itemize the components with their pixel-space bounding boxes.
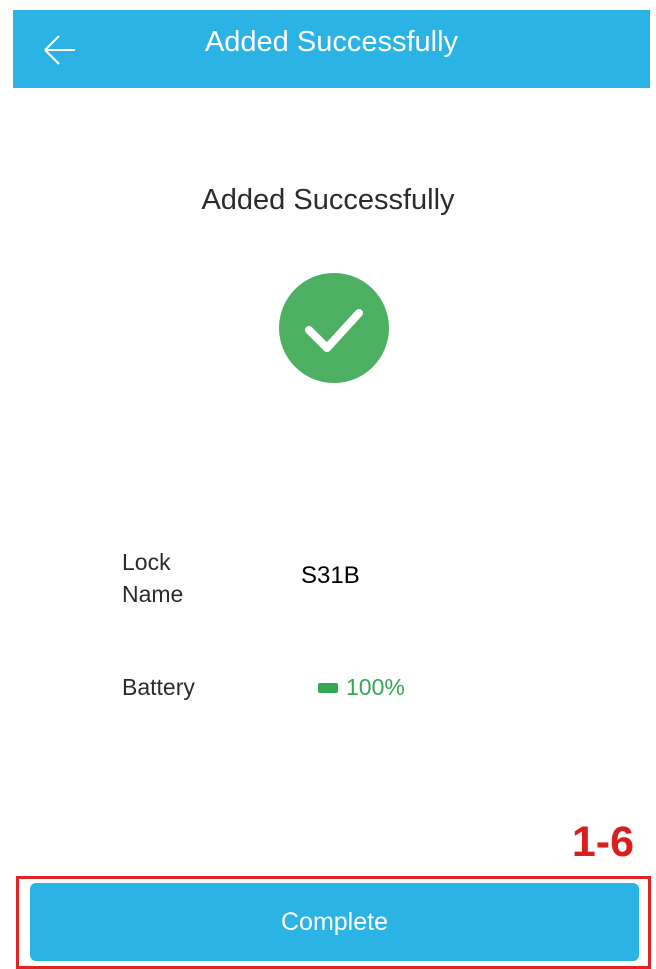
success-title: Added Successfully <box>201 184 455 216</box>
annotation-step-label: 1-6 <box>571 818 634 866</box>
complete-button[interactable]: Complete <box>30 883 639 961</box>
battery-label: Battery <box>122 674 195 700</box>
app-header: Added Successfully <box>13 10 650 88</box>
check-circle-icon <box>279 273 389 383</box>
battery-value-group: 100% <box>318 674 405 701</box>
back-button[interactable] <box>41 32 77 68</box>
battery-value: 100% <box>346 674 405 700</box>
lock-name-label-line-2: Name <box>122 581 184 607</box>
arrow-left-icon <box>44 35 75 65</box>
lock-name-value: S31B <box>301 562 360 589</box>
page-title: Added Successfully <box>204 26 459 58</box>
lock-name-label: Lock Name <box>122 546 242 610</box>
lock-name-label-line-1: Lock <box>122 549 171 575</box>
battery-icon <box>318 682 338 693</box>
